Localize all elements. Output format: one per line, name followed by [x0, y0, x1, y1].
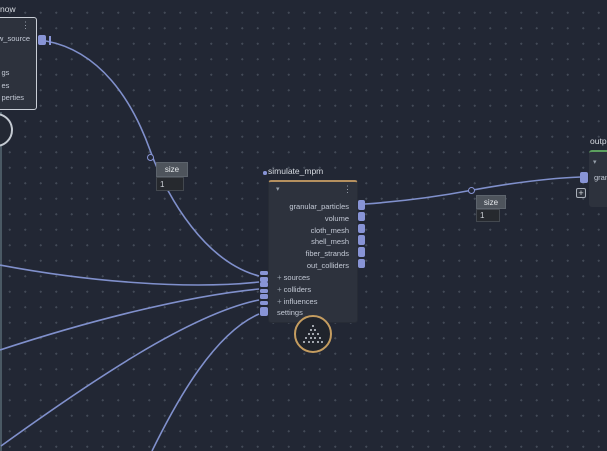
wire-left-to-colliders[interactable] [0, 288, 260, 351]
output-row: shell_mesh [269, 234, 365, 247]
node-simulate-mpm[interactable]: ▾ ⋮ granular_particles volume cloth_mesh… [260, 180, 365, 323]
output-label: granular_particles [289, 202, 349, 211]
mpm-solver-badge-icon [294, 315, 332, 353]
output-port-fiber-strands[interactable] [358, 247, 365, 257]
node-source[interactable]: ⋮ w_source gs es perties [0, 17, 51, 110]
output-row: cloth_mesh [269, 223, 365, 235]
collapse-arrow-icon[interactable]: ▾ [593, 159, 597, 166]
input-rows: + sources + colliders + influences settings [260, 270, 357, 318]
input-row: + colliders [260, 282, 357, 294]
output-port-shell-mesh[interactable] [358, 235, 365, 245]
wire-bottom-to-settings[interactable] [151, 313, 260, 451]
add-input-button[interactable]: + [576, 188, 586, 198]
output-port-granular-particles[interactable] [358, 200, 365, 210]
collapse-arrow-icon[interactable]: ▾ [276, 186, 280, 193]
output-label: shell_mesh [311, 237, 349, 247]
input-label-fragment: es [1, 81, 10, 90]
output-label: cloth_mesh [310, 225, 349, 235]
output-row: fiber_strands [269, 246, 365, 259]
size-parameter-label: size [476, 195, 506, 209]
output-port[interactable] [38, 35, 46, 45]
input-port-granular[interactable] [580, 172, 588, 183]
output-label: fiber_strands [305, 249, 349, 259]
input-port-label: gran [594, 173, 607, 182]
output-port-cloth-mesh[interactable] [358, 223, 365, 234]
kebab-menu-icon[interactable]: ⋮ [343, 185, 352, 194]
output-port-out-colliders[interactable] [358, 258, 365, 269]
input-row: + influences [260, 294, 357, 306]
simulate-node-title: simulate_mpm [268, 166, 324, 176]
input-label-fragment: perties [1, 93, 25, 102]
node-graph-canvas[interactable]: now ⋮ w_source gs es perties size 1 simu… [0, 0, 607, 451]
wire-pin-dot[interactable] [146, 153, 154, 161]
size-parameter-label: size [156, 162, 188, 177]
kebab-menu-icon[interactable]: ⋮ [21, 21, 30, 30]
wire-left-to-sources2[interactable] [0, 264, 260, 286]
input-label: sources [283, 273, 310, 282]
size-parameter-value[interactable]: 1 [476, 209, 500, 222]
output-port-volume[interactable] [358, 211, 365, 222]
output-row: granular_particles [269, 199, 365, 211]
node-state-dot [263, 171, 267, 175]
input-label: settings [277, 308, 303, 318]
input-port-settings[interactable] [260, 306, 268, 316]
input-row: + sources [260, 270, 357, 282]
plus-icon[interactable]: + [277, 273, 282, 282]
input-label: colliders [283, 284, 312, 294]
plus-icon[interactable]: + [277, 285, 282, 294]
output-node-title: outp [590, 136, 607, 146]
source-node-title: now [0, 4, 16, 14]
node-output[interactable]: ▾ gran + [576, 150, 607, 207]
wire-pin-dot[interactable] [467, 186, 475, 194]
input-label-fragment: gs [1, 68, 10, 77]
output-row: out_colliders [269, 258, 365, 270]
output-label: volume [324, 213, 349, 223]
output-port-label: w_source [0, 34, 30, 43]
output-rows: granular_particles volume cloth_mesh she… [269, 199, 365, 270]
size-parameter-value[interactable]: 1 [156, 177, 184, 191]
output-label: out_colliders [306, 260, 349, 270]
output-row: volume [269, 211, 365, 223]
wire-endpoint-cap [48, 36, 51, 45]
plus-icon[interactable]: + [277, 297, 282, 306]
input-label: influences [283, 296, 318, 306]
wire-bottomleft-to-influences[interactable] [0, 299, 260, 447]
input-port-influences[interactable] [260, 294, 268, 307]
